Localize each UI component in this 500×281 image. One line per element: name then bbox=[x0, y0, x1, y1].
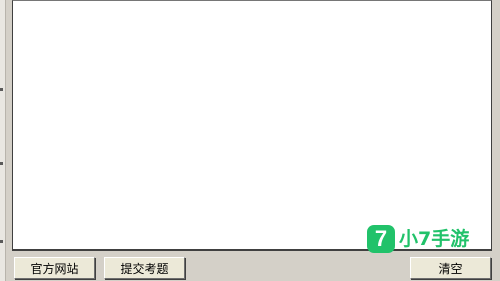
watermark: 7 小7手游 bbox=[367, 224, 469, 254]
official-site-button[interactable]: 官方网站 bbox=[14, 257, 95, 279]
clear-button[interactable]: 清空 bbox=[410, 257, 491, 279]
edge-marker bbox=[0, 88, 3, 91]
submit-question-button[interactable]: 提交考题 bbox=[104, 257, 185, 279]
app-window: 7 小7手游 官方网站 提交考题 清空 bbox=[0, 0, 500, 281]
edge-marker bbox=[0, 240, 3, 243]
left-window-edge bbox=[0, 0, 6, 281]
xiao7-logo-icon: 7 bbox=[367, 225, 395, 253]
watermark-text: 小7手游 bbox=[399, 227, 470, 250]
edge-marker bbox=[0, 162, 3, 165]
output-text-area[interactable] bbox=[12, 0, 492, 251]
